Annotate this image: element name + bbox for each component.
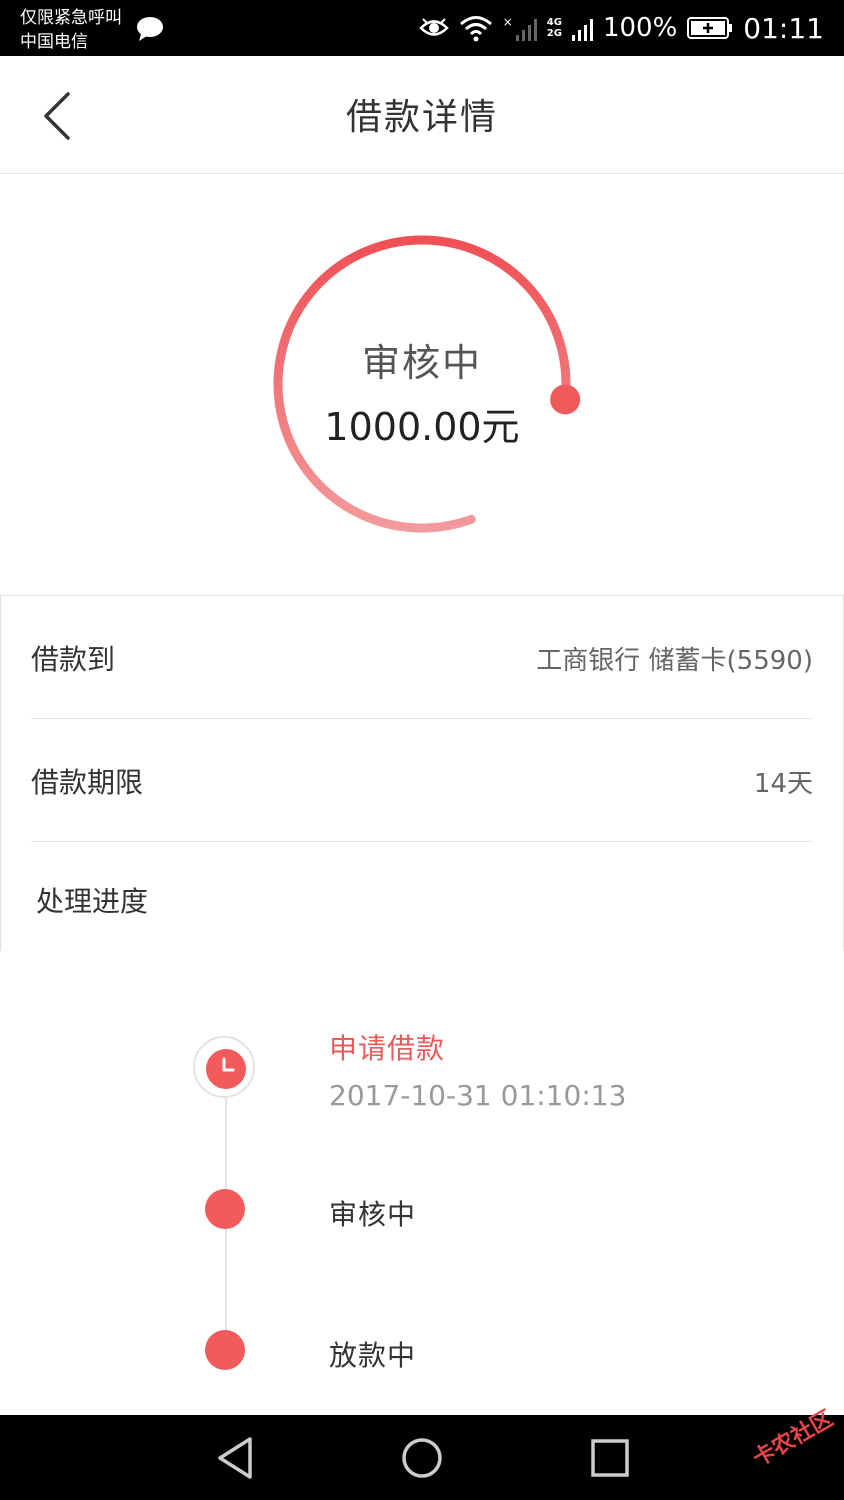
detail-row-account: 借款到 工商银行 储蓄卡(5590) [31, 596, 813, 719]
signal-icon-1: × [503, 15, 537, 41]
nav-back-button[interactable] [212, 1435, 258, 1481]
circle-home-icon [402, 1438, 442, 1478]
system-nav-bar: 卡农社区 [0, 1406, 844, 1500]
loan-details: 借款到 工商银行 储蓄卡(5590) 借款期限 14天 处理进度 [0, 595, 844, 952]
eye-icon [418, 18, 449, 36]
triangle-back-icon [218, 1437, 252, 1479]
detail-label: 借款到 [31, 643, 116, 676]
battery-icon [687, 17, 733, 39]
timeline-dot [205, 1330, 245, 1370]
detail-value: 14天 [753, 769, 813, 799]
timeline-step-title: 审核中 [329, 1198, 417, 1231]
carrier-line-1: 仅限紧急呼叫 [20, 8, 122, 28]
detail-row-term: 借款期限 14天 [31, 719, 813, 842]
page-title: 借款详情 [345, 97, 498, 138]
progress-timeline: 申请借款 2017-10-31 01:10:13 审核中 放款中 [0, 951, 844, 1415]
carrier-line-2: 中国电信 [20, 32, 88, 52]
timeline-step-title: 申请借款 [329, 1032, 446, 1065]
timeline-step-time: 2017-10-31 01:10:13 [329, 1079, 627, 1112]
loan-summary: 审核中 1000.00元 [0, 174, 844, 595]
battery-percent: 100% [602, 13, 678, 43]
detail-label: 处理进度 [36, 885, 149, 918]
square-recents-icon [591, 1439, 629, 1477]
loan-status: 审核中 [361, 341, 482, 385]
timeline-step-title: 放款中 [329, 1339, 417, 1372]
loan-amount: 1000.00元 [324, 405, 520, 449]
clock: 01:11 [743, 11, 824, 45]
timeline-current-marker [193, 1036, 255, 1098]
detail-label: 借款期限 [31, 766, 144, 799]
detail-row-progress: 处理进度 [31, 842, 813, 952]
network-type: 4G 2G [546, 17, 562, 39]
nav-recents-button[interactable] [587, 1435, 633, 1481]
timeline-dot [205, 1189, 245, 1229]
message-icon [137, 17, 163, 41]
wifi-icon [459, 16, 492, 42]
status-indicators: × 4G 2G 100% 01:11 [418, 10, 824, 46]
signal-icon-2 [571, 15, 593, 41]
detail-value: 工商银行 储蓄卡(5590) [536, 646, 813, 676]
carrier-info: 仅限紧急呼叫 中国电信 [20, 6, 122, 54]
status-bar: 仅限紧急呼叫 中国电信 × 4G 2G 100% 01:11 [0, 0, 844, 56]
nav-home-button[interactable] [399, 1435, 445, 1481]
clock-icon [206, 1049, 246, 1089]
app-header: 借款详情 [0, 56, 844, 174]
